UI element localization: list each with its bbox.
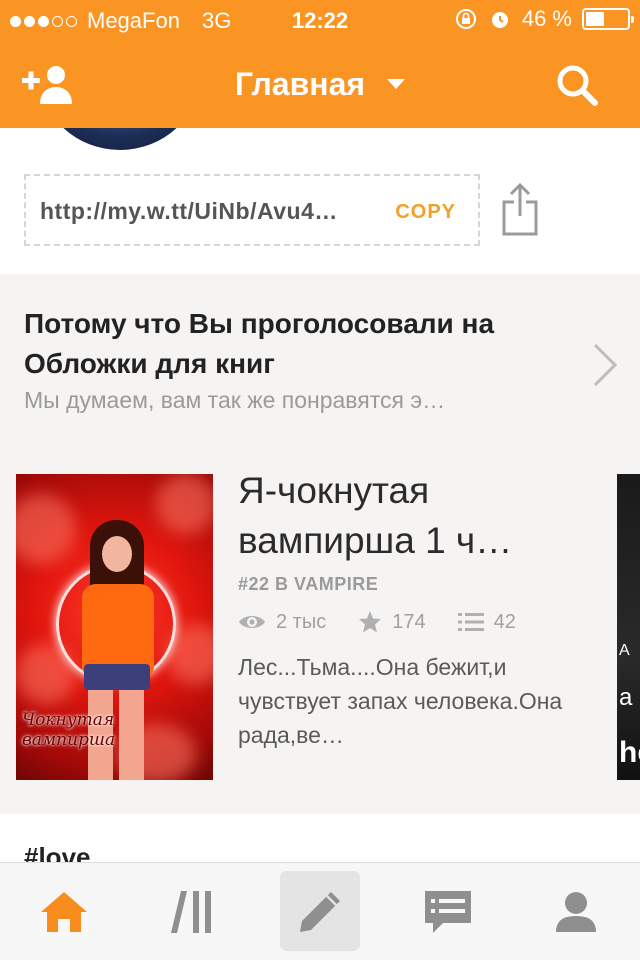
rotation-lock-icon xyxy=(455,9,476,29)
views-stat: 2 тыс xyxy=(238,611,326,634)
book-card[interactable]: Чокнутая вампирша Я-чокнутая вампирша 1 … xyxy=(16,470,616,780)
alarm-icon xyxy=(491,12,508,28)
library-icon xyxy=(171,891,211,933)
peek-text-2: a xyxy=(619,684,633,711)
recommendation-subtitle: Мы думаем, вам так же понравятся э… xyxy=(24,387,446,413)
peek-text-1: A xyxy=(619,642,630,659)
share-icon[interactable] xyxy=(500,182,540,236)
eye-icon xyxy=(239,616,265,628)
tab-write[interactable] xyxy=(256,863,384,960)
parts-stat: 42 xyxy=(457,610,516,634)
book-stats: 2 тыс 174 42 xyxy=(238,610,548,634)
tab-profile[interactable] xyxy=(512,863,640,960)
cover-title: Чокнутая вампирша xyxy=(22,710,116,750)
home-icon xyxy=(41,892,87,932)
votes-stat: 174 xyxy=(358,610,426,634)
star-icon xyxy=(359,611,382,633)
chevron-down-icon xyxy=(387,78,406,89)
tab-bar xyxy=(0,862,640,960)
views-count: 2 тыс xyxy=(276,610,327,633)
battery-icon xyxy=(582,8,634,30)
book-title[interactable]: Я-чокнутая вампирша 1 ч… xyxy=(238,466,578,566)
book-description: Лес...Тьма....Она бежит,и чувствует запа… xyxy=(238,654,563,748)
nav-bar: Главная xyxy=(0,40,640,128)
share-link-box: http://my.w.tt/UiNb/Avu4… COPY xyxy=(24,174,480,246)
recommendation-heading[interactable]: Потому что Вы проголосовали на Обложки д… xyxy=(24,304,564,384)
next-book-cover[interactable]: A a he xyxy=(617,474,640,780)
status-bar: MegaFon 3G 12:22 46 % xyxy=(0,0,640,40)
book-cover[interactable]: Чокнутая вампирша xyxy=(16,474,213,780)
parts-count: 42 xyxy=(493,610,516,633)
status-right: 46 % xyxy=(454,6,634,32)
recommendation-section: Потому что Вы проголосовали на Обложки д… xyxy=(0,274,640,814)
messages-icon xyxy=(425,891,471,933)
peek-text-3: he xyxy=(619,736,640,769)
page-title-dropdown[interactable]: Главная xyxy=(0,66,640,103)
write-icon xyxy=(300,892,340,932)
tab-library[interactable] xyxy=(128,863,256,960)
votes-count: 174 xyxy=(392,610,426,633)
chevron-right-icon[interactable] xyxy=(592,342,618,388)
page-title: Главная xyxy=(234,66,366,102)
search-icon[interactable] xyxy=(556,64,598,106)
top-bar: MegaFon 3G 12:22 46 % Главная xyxy=(0,0,640,128)
copy-button[interactable]: COPY xyxy=(395,201,456,224)
tab-home[interactable] xyxy=(0,863,128,960)
battery-percent: 46 % xyxy=(521,6,572,31)
profile-icon xyxy=(556,892,596,932)
tab-messages[interactable] xyxy=(384,863,512,960)
list-icon xyxy=(457,613,484,631)
share-url: http://my.w.tt/UiNb/Avu4… xyxy=(40,198,338,224)
book-rank[interactable]: #22 В VAMPIRE xyxy=(238,574,378,595)
